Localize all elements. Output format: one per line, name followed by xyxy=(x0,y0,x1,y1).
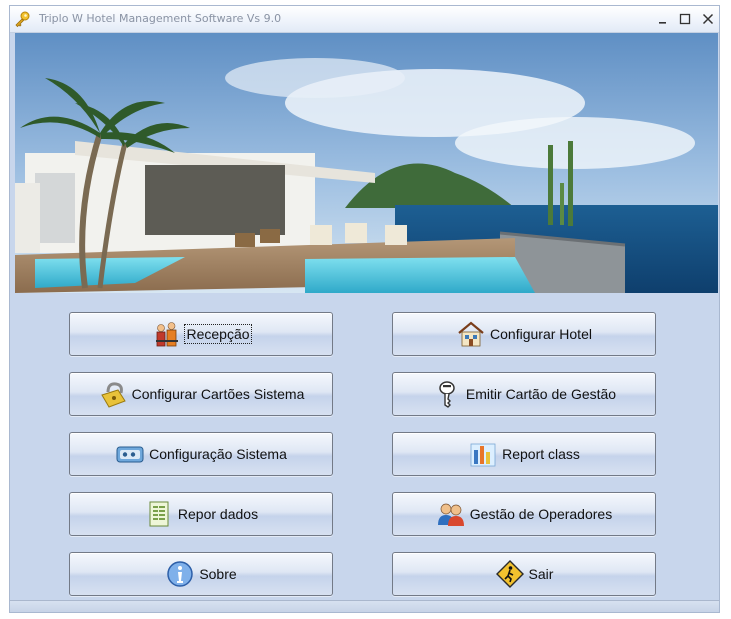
report-class-label: Report class xyxy=(502,446,580,462)
minimize-button[interactable] xyxy=(653,9,673,29)
configuracao-sistema-label: Configuração Sistema xyxy=(149,446,287,462)
recepcao-label: Recepção xyxy=(184,324,252,344)
configurar-cartoes-sistema-button[interactable]: Configurar Cartões Sistema xyxy=(69,372,333,416)
configurar-hotel-button[interactable]: Configurar Hotel xyxy=(392,312,656,356)
close-button[interactable] xyxy=(698,9,718,29)
configurar-cartoes-label: Configurar Cartões Sistema xyxy=(131,386,305,402)
info-icon xyxy=(165,559,195,589)
hotel-house-icon xyxy=(456,319,486,349)
hotel-pool-photo xyxy=(15,33,718,293)
sobre-label: Sobre xyxy=(199,566,237,582)
recepcao-button[interactable]: Recepção xyxy=(69,312,333,356)
system-device-icon xyxy=(115,439,145,469)
bar-chart-icon xyxy=(468,439,498,469)
configuracao-sistema-button[interactable]: Configuração Sistema xyxy=(69,432,333,476)
operators-icon xyxy=(436,499,466,529)
status-bar xyxy=(10,600,719,612)
data-sheet-icon xyxy=(144,499,174,529)
minimize-icon xyxy=(659,22,666,24)
main-window: Triplo W Hotel Management Software Vs 9.… xyxy=(9,5,720,613)
key-icon xyxy=(432,379,462,409)
maximize-button[interactable] xyxy=(675,9,695,29)
configurar-hotel-label: Configurar Hotel xyxy=(490,326,592,342)
close-icon xyxy=(702,13,714,25)
padlock-icon xyxy=(98,379,128,409)
report-class-button[interactable]: Report class xyxy=(392,432,656,476)
repor-dados-label: Repor dados xyxy=(177,506,259,522)
maximize-icon xyxy=(679,13,691,25)
emitir-cartao-gestao-button[interactable]: Emitir Cartão de Gestão xyxy=(392,372,656,416)
exit-sign-icon xyxy=(495,559,525,589)
key-app-icon xyxy=(13,10,31,28)
emitir-cartao-label: Emitir Cartão de Gestão xyxy=(465,386,617,402)
sair-label: Sair xyxy=(528,566,554,582)
repor-dados-button[interactable]: Repor dados xyxy=(69,492,333,536)
sobre-button[interactable]: Sobre xyxy=(69,552,333,596)
sair-button[interactable]: Sair xyxy=(392,552,656,596)
gestao-operadores-button[interactable]: Gestão de Operadores xyxy=(392,492,656,536)
title-bar[interactable]: Triplo W Hotel Management Software Vs 9.… xyxy=(10,6,719,33)
reception-icon xyxy=(152,319,182,349)
window-title: Triplo W Hotel Management Software Vs 9.… xyxy=(39,12,282,25)
gestao-operadores-label: Gestão de Operadores xyxy=(469,506,613,522)
